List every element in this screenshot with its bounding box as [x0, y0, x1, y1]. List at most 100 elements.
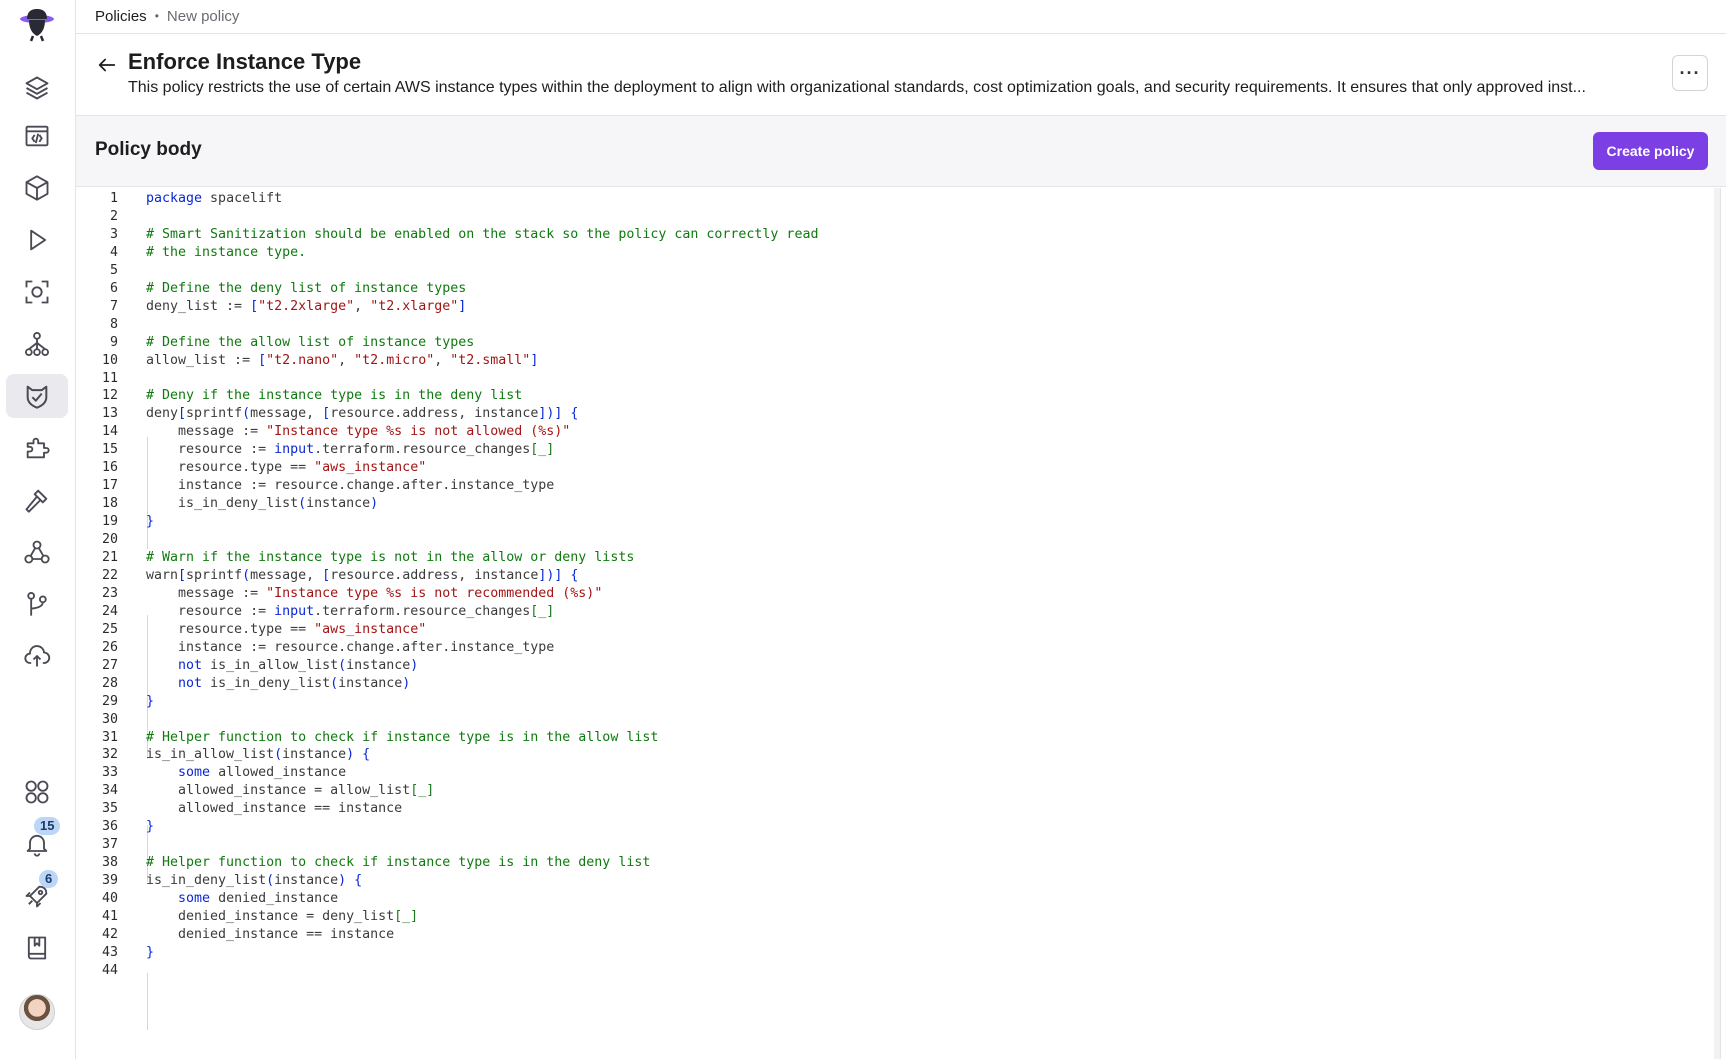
code-token: ( [338, 657, 347, 673]
code-token: message, [250, 406, 323, 422]
spacelift-logo-icon[interactable] [17, 6, 57, 42]
code-token: denied_instance == instance [146, 926, 395, 942]
code-token: .terraform.resource_changes [314, 603, 531, 619]
code-token: ( [274, 747, 283, 763]
code-token: resource.address, instance [330, 567, 539, 583]
policies-icon[interactable] [6, 374, 68, 418]
code-token: sprintf [186, 567, 243, 583]
code-token: , [338, 352, 355, 368]
code-token: } [146, 693, 155, 709]
code-token: "t2.nano" [266, 352, 339, 368]
code-token: instance := resource.change.after.instan… [146, 639, 555, 655]
code-token: [ [322, 406, 331, 422]
code-token: [ [250, 298, 259, 314]
code-token: } [146, 944, 155, 960]
section-title: Policy body [95, 139, 202, 160]
code-token: resource := [146, 603, 275, 619]
launchpad-icon[interactable] [6, 874, 68, 918]
code-token: "aws_instance" [314, 621, 427, 637]
code-token: allow_list := [146, 352, 259, 368]
code-token: instance [282, 747, 347, 763]
policy-description: This policy restricts the use of certain… [128, 79, 1586, 96]
policy-body-header [76, 115, 1726, 187]
breadcrumb-current: New policy [166, 7, 240, 25]
code-token: input [274, 442, 315, 458]
code-token: instance [306, 496, 371, 512]
code-token: message := [146, 585, 267, 601]
page-title: Enforce Instance Type [128, 49, 362, 74]
code-token: denied_instance [210, 891, 339, 907]
create-policy-button[interactable]: Create policy [1593, 132, 1708, 170]
code-token: # Warn if the instance type is not in th… [146, 550, 635, 565]
code-token: allowed_instance = allow_list [146, 783, 411, 799]
code-token: instance [346, 657, 411, 673]
code-token: # Helper function to check if instance t… [146, 855, 651, 871]
code-token: , [434, 352, 451, 368]
code-token: resource.address, instance [330, 406, 539, 422]
line-number: 44 [101, 962, 118, 978]
code-token: instance [338, 675, 403, 691]
sidebar: 15 6 [0, 0, 76, 1059]
code-token: # Define the allow list of instance type… [146, 334, 475, 350]
webhooks-icon[interactable] [6, 530, 68, 574]
code-token: [ [322, 567, 331, 583]
blueprints-icon[interactable] [6, 114, 68, 158]
code-token: } [146, 819, 155, 835]
code-token: ) [402, 675, 411, 691]
code-token: } [146, 514, 155, 530]
code-line[interactable]: 44 [76, 961, 1720, 981]
code-token: ( [242, 406, 251, 422]
runs-icon[interactable] [6, 218, 68, 262]
integrations-icon[interactable] [6, 426, 68, 470]
code-token: deny_list := [146, 298, 251, 314]
resources-icon[interactable] [6, 270, 68, 314]
header-divider [76, 33, 1726, 34]
indent-guide [147, 973, 148, 1030]
code-token: some [178, 765, 211, 781]
code-token: ( [242, 567, 251, 583]
code-token: instance [274, 873, 339, 889]
hammer-icon[interactable] [6, 478, 68, 522]
code-token: , [354, 298, 371, 314]
code-token: # Define the deny list of instance types [146, 280, 467, 296]
code-token: # Deny if the instance type is in the de… [146, 388, 523, 404]
code-token: some [178, 891, 211, 907]
back-arrow-icon[interactable] [96, 54, 118, 76]
code-token: [ [178, 406, 187, 422]
code-token: "Instance type %s is not recommended (%s… [266, 585, 603, 601]
code-token: ( [330, 675, 339, 691]
launchpad-badge: 6 [39, 870, 59, 888]
breadcrumb-policies-link[interactable]: Policies [95, 8, 147, 25]
vcs-icon[interactable] [6, 582, 68, 626]
code-token: # the instance type. [146, 244, 307, 260]
code-token: "Instance type %s is not allowed (%s)" [266, 424, 571, 440]
docs-icon[interactable] [6, 926, 68, 970]
code-token: "t2.micro" [354, 352, 435, 368]
code-token: input [274, 603, 315, 619]
more-options-button[interactable]: ··· [1672, 55, 1708, 91]
code-token: not [178, 657, 203, 673]
code-token: [_] [410, 783, 435, 799]
spaces-icon[interactable] [6, 322, 68, 366]
code-token: warn [146, 567, 179, 583]
code-token: resource.type == [146, 621, 315, 637]
code-token: # Smart Sanitization should be enabled o… [146, 226, 819, 242]
stacks-icon[interactable] [6, 66, 68, 110]
cloud-upload-icon[interactable] [6, 634, 68, 678]
apps-icon[interactable] [6, 770, 68, 814]
code-token: deny [146, 406, 179, 422]
code-token: "t2.small" [450, 352, 531, 368]
code-token: message := [146, 424, 267, 440]
user-avatar[interactable] [19, 994, 55, 1030]
code-token: ) { [346, 747, 371, 763]
code-token: ( [298, 496, 307, 512]
code-token: ) [370, 496, 379, 512]
code-token: is_in_allow_list [202, 657, 339, 673]
code-token: message, [250, 567, 323, 583]
code-token: sprintf [186, 406, 243, 422]
modules-icon[interactable] [6, 166, 68, 210]
code-editor[interactable]: 1 package spacelift 2 3 # Smart Sanitization… [76, 188, 1721, 1059]
